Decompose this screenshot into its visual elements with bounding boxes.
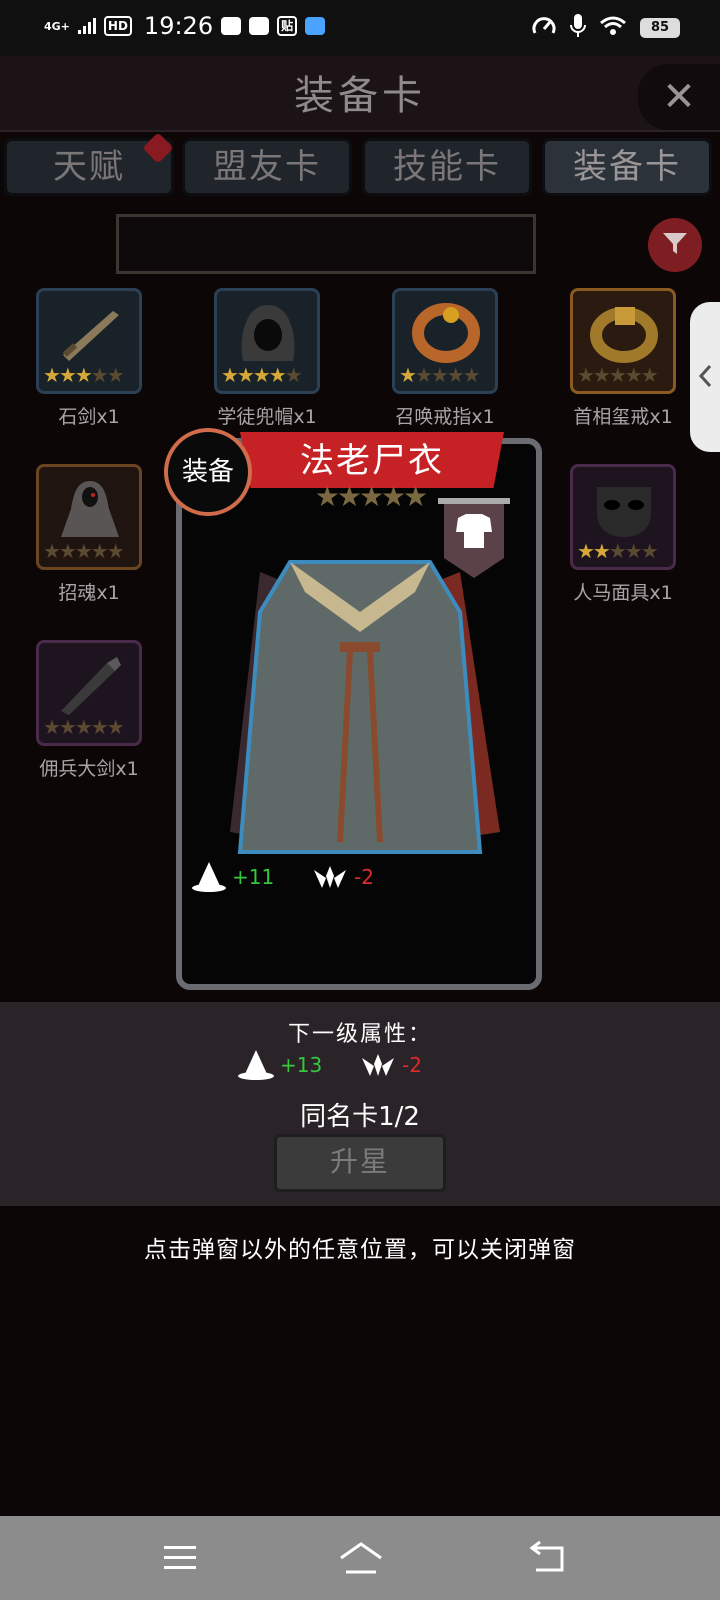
inventory-item-soul-summon[interactable]: ★★★★★ 招魂x1 xyxy=(34,464,144,605)
inventory-item-summon-ring[interactable]: ★★★★★ 召唤戒指x1 xyxy=(390,288,500,429)
filter-icon xyxy=(661,229,689,261)
tab-label: 装备卡 xyxy=(573,147,681,187)
card-stat-magic: +11 xyxy=(192,862,274,892)
side-drawer-handle[interactable] xyxy=(690,302,720,452)
stat-value: -2 xyxy=(402,1053,422,1077)
tab-ally-cards[interactable]: 盟友卡 xyxy=(182,138,352,196)
item-label: 佣兵大剑x1 xyxy=(39,758,139,780)
hood-icon xyxy=(241,305,295,361)
card-stat-agility: -2 xyxy=(312,862,374,892)
wing-icon xyxy=(314,866,346,888)
item-icon-frame: ★★★★★ xyxy=(36,640,142,746)
tab-equipment-cards[interactable]: 装备卡 xyxy=(542,138,712,196)
inventory-item-centaur-mask[interactable]: ★★★★★ 人马面具x1 xyxy=(568,464,678,605)
speedometer-icon xyxy=(532,15,556,41)
tab-skill-cards[interactable]: 技能卡 xyxy=(362,138,532,196)
network-indicator: 4G+ xyxy=(44,19,70,33)
clock: 19:26 xyxy=(143,12,214,40)
star-rating: ★★★★★ xyxy=(43,539,125,563)
next-stat-agility: -2 xyxy=(360,1050,422,1080)
book-icon xyxy=(221,17,242,35)
title-bar: 装备卡 ✕ xyxy=(0,56,720,132)
tab-talent[interactable]: 天赋 xyxy=(4,132,174,196)
close-hint: 点击弹窗以外的任意位置，可以关闭弹窗 xyxy=(144,1237,576,1263)
item-label: 石剑x1 xyxy=(58,406,120,428)
wing-icon xyxy=(362,1054,394,1076)
inventory-item-apprentice-hood[interactable]: ★★★★★ 学徒兜帽x1 xyxy=(212,288,322,429)
item-label: 首相玺戒x1 xyxy=(573,406,673,428)
stat-value: -2 xyxy=(354,865,374,889)
mic-icon xyxy=(570,14,586,42)
wizard-hat-icon xyxy=(238,1050,274,1080)
inventory-item-chancellor-ring[interactable]: ★★★★★ 首相玺戒x1 xyxy=(568,288,678,429)
menu-icon[interactable] xyxy=(160,1538,200,1578)
wizard-hat-icon xyxy=(192,862,226,892)
star-rating: ★★★★★ xyxy=(43,715,125,739)
ring-icon xyxy=(412,303,480,363)
next-level-title: 下一级属性： xyxy=(287,1022,432,1047)
ring-icon xyxy=(590,307,658,363)
filter-button[interactable] xyxy=(648,218,702,272)
cloak-icon xyxy=(61,481,119,537)
wechat-icon xyxy=(249,17,270,35)
tab-label: 盟友卡 xyxy=(213,147,321,187)
signal-icon xyxy=(77,12,96,40)
stat-value: +13 xyxy=(280,1053,323,1077)
search-input[interactable] xyxy=(116,214,536,274)
item-icon-frame: ★★★★★ xyxy=(36,464,142,570)
star-rating: ★★★★★ xyxy=(221,363,303,387)
item-icon-frame: ★★★★★ xyxy=(570,288,676,394)
item-icon-frame: ★★★★★ xyxy=(214,288,320,394)
close-icon: ✕ xyxy=(662,74,696,120)
star-rating: ★★★★★ xyxy=(399,363,481,387)
robe-illustration xyxy=(230,560,500,854)
next-stat-magic: +13 xyxy=(238,1050,322,1080)
tieba-icon: 贴 xyxy=(277,16,298,36)
back-icon[interactable] xyxy=(528,1538,568,1578)
tab-label: 技能卡 xyxy=(393,147,501,187)
item-label: 招魂x1 xyxy=(58,582,120,604)
app-icon xyxy=(305,17,326,35)
star-rating: ★★★★★ xyxy=(43,363,125,387)
item-icon-frame: ★★★★★ xyxy=(392,288,498,394)
mask-icon xyxy=(597,487,651,537)
item-label: 人马面具x1 xyxy=(573,582,673,604)
inventory-item-mercenary-greatsword[interactable]: ★★★★★ 佣兵大剑x1 xyxy=(34,640,144,781)
system-nav-bar xyxy=(0,1516,720,1600)
card-star-rating: ★★★★★ xyxy=(314,480,429,513)
tab-bar: 天赋 盟友卡 技能卡 装备卡 xyxy=(0,132,720,196)
hd-badge: HD xyxy=(103,16,132,36)
upgrade-star-button[interactable]: 升星 xyxy=(274,1134,446,1192)
item-label: 召唤戒指x1 xyxy=(395,406,495,428)
chevron-left-icon xyxy=(698,364,712,388)
card-type-badge: 装备 xyxy=(164,428,252,516)
wifi-icon xyxy=(600,16,626,40)
close-button[interactable]: ✕ xyxy=(638,64,720,130)
notification-dot xyxy=(142,132,174,164)
star-rating: ★★★★★ xyxy=(577,539,659,563)
status-bar: 4G+ HD 19:26 贴 85 xyxy=(0,0,720,56)
item-icon-frame: ★★★★★ xyxy=(570,464,676,570)
sword-icon xyxy=(62,311,119,361)
same-card-count: 同名卡1/2 xyxy=(300,1102,420,1132)
greatsword-icon xyxy=(61,657,121,715)
star-rating: ★★★★★ xyxy=(577,363,659,387)
item-label: 学徒兜帽x1 xyxy=(217,406,317,428)
stat-value: +11 xyxy=(232,865,275,889)
item-icon-frame: ★★★★★ xyxy=(36,288,142,394)
page-title: 装备卡 xyxy=(294,73,426,119)
battery-indicator: 85 xyxy=(640,18,680,38)
tab-label: 天赋 xyxy=(53,147,125,187)
home-icon[interactable] xyxy=(338,1538,384,1578)
inventory-item-stone-sword[interactable]: ★★★★★ 石剑x1 xyxy=(34,288,144,429)
